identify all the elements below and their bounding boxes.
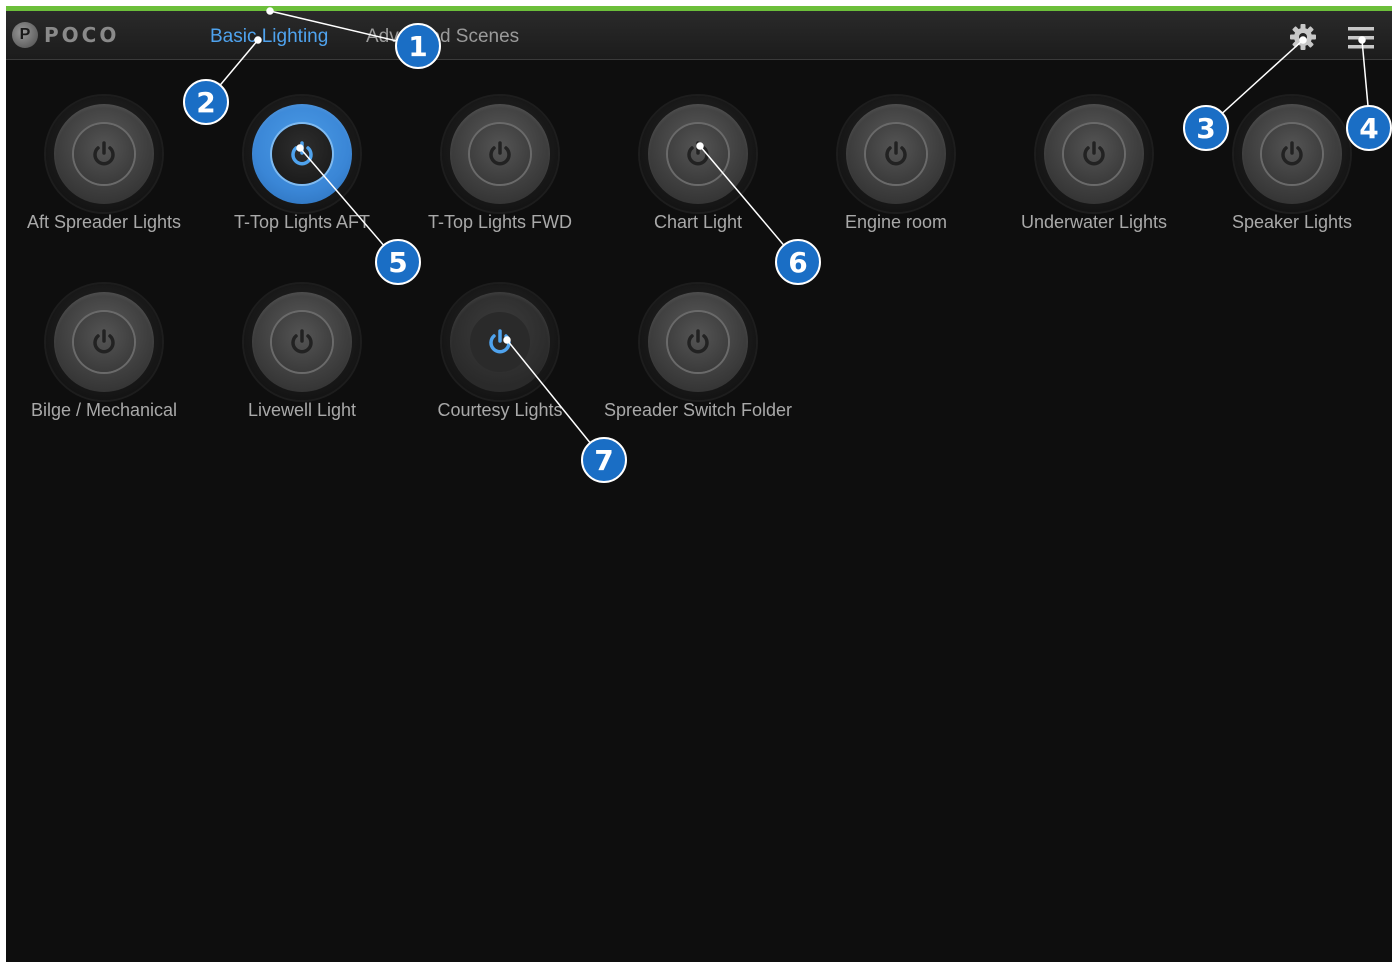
logo: P POCO <box>12 20 119 50</box>
power-button[interactable] <box>640 96 756 212</box>
logo-text: POCO <box>44 23 120 47</box>
switch-label: Chart Light <box>653 212 743 232</box>
power-icon <box>291 329 313 354</box>
tab-basic-lighting[interactable]: Basic Lighting <box>210 26 328 48</box>
power-icon <box>1281 141 1303 166</box>
power-icon <box>1083 141 1105 166</box>
callout-badge-6: 6 <box>775 239 821 285</box>
switch-label: T-Top Lights FWD <box>427 212 573 232</box>
power-icon <box>687 329 709 354</box>
top-bar: P POCO Basic Lighting Advanced Scenes <box>6 11 1392 60</box>
power-icon <box>93 141 115 166</box>
gear-icon <box>1290 24 1316 50</box>
menu-button[interactable] <box>1346 25 1376 51</box>
callout-badge-1: 1 <box>395 23 441 69</box>
power-icon <box>687 141 709 166</box>
switch-label: Courtesy Lights <box>437 400 563 420</box>
power-button[interactable] <box>244 284 360 400</box>
power-icon <box>93 329 115 354</box>
switch-label: Livewell Light <box>247 400 357 420</box>
app-screen: P POCO Basic Lighting Advanced Scenes Af… <box>6 6 1392 962</box>
callout-badge-7: 7 <box>581 437 627 483</box>
switch-label: Spreader Switch Folder <box>603 400 793 420</box>
callout-badge-3: 3 <box>1183 105 1229 151</box>
callout-badge-5: 5 <box>375 239 421 285</box>
hamburger-menu-icon <box>1348 27 1374 49</box>
power-button[interactable] <box>244 96 360 212</box>
power-button[interactable] <box>640 284 756 400</box>
power-button[interactable] <box>442 96 558 212</box>
switch-label: Speaker Lights <box>1231 212 1353 232</box>
power-button[interactable] <box>838 96 954 212</box>
callout-badge-2: 2 <box>183 79 229 125</box>
power-icon <box>291 141 313 166</box>
callout-badge-4: 4 <box>1346 105 1392 151</box>
power-icon <box>489 141 511 166</box>
power-button[interactable] <box>1036 96 1152 212</box>
switch-label: T-Top Lights AFT <box>233 212 371 232</box>
power-button[interactable] <box>46 96 162 212</box>
switch-label: Bilge / Mechanical <box>30 400 178 420</box>
power-icon <box>885 141 907 166</box>
logo-emblem-icon: P <box>12 22 38 48</box>
power-button[interactable] <box>442 284 558 400</box>
power-button[interactable] <box>46 284 162 400</box>
switch-label: Aft Spreader Lights <box>26 212 182 232</box>
switch-label: Engine room <box>844 212 948 232</box>
power-icon <box>489 329 511 354</box>
switch-label: Underwater Lights <box>1020 212 1168 232</box>
settings-button[interactable] <box>1288 22 1318 52</box>
power-button[interactable] <box>1234 96 1350 212</box>
tab-advanced-scenes[interactable]: Advanced Scenes <box>366 26 519 48</box>
